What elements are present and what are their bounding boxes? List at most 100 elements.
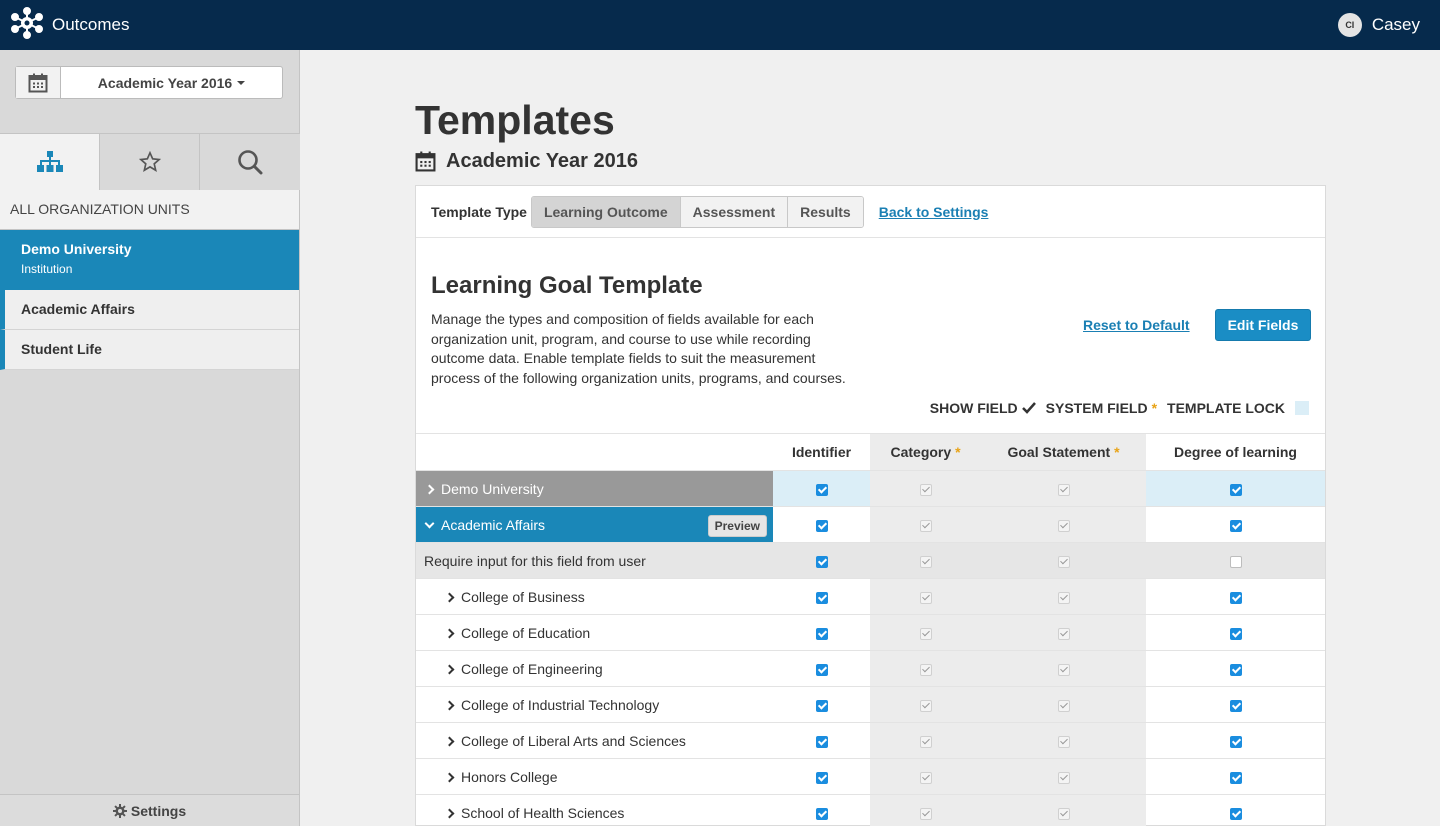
degree-checkbox[interactable]	[1229, 699, 1242, 712]
identifier-checkbox[interactable]	[815, 591, 828, 604]
tab-favorites[interactable]	[100, 133, 200, 190]
sidebar-item-label: Demo University	[21, 241, 132, 257]
calendar-icon	[28, 73, 48, 92]
year-dropdown[interactable]: Academic Year 2016	[61, 67, 282, 98]
category-checkbox	[919, 771, 932, 784]
identifier-required-checkbox[interactable]	[815, 555, 828, 568]
table-row-demo-university[interactable]: Demo University	[416, 470, 1325, 507]
row-label-text: School of Health Sciences	[461, 804, 625, 821]
org-units-header: ALL ORGANIZATION UNITS	[0, 190, 299, 230]
row-label[interactable]: Demo University	[416, 470, 773, 507]
tab-assessment[interactable]: Assessment	[680, 196, 789, 227]
row-label[interactable]: College of Industrial Technology	[416, 686, 773, 723]
row-label-text: Honors College	[461, 768, 558, 785]
table-row-school-of-health-sciences[interactable]: School of Health Sciences	[416, 794, 1325, 826]
template-card: Template Type Learning Outcome Assessmen…	[415, 185, 1326, 826]
column-header-degree-of-learning: Degree of learning	[1146, 433, 1325, 471]
goal-statement-checkbox	[1057, 699, 1070, 712]
page-title: Templates	[415, 97, 615, 143]
sidebar-item-student-life[interactable]: Student Life	[0, 330, 299, 370]
template-fields-table: Identifier Category * Goal Statement * D…	[416, 433, 1325, 826]
row-label[interactable]: Academic Affairs Preview	[416, 506, 773, 543]
category-checkbox	[919, 591, 932, 604]
row-label[interactable]: Honors College	[416, 758, 773, 795]
table-row-college-of-industrial-technology[interactable]: College of Industrial Technology	[416, 686, 1325, 723]
goal-statement-cell	[981, 722, 1146, 759]
identifier-checkbox[interactable]	[815, 627, 828, 640]
category-checkbox	[919, 627, 932, 640]
identifier-cell	[773, 758, 870, 795]
category-checkbox	[919, 735, 932, 748]
row-label-text: College of Business	[461, 588, 585, 605]
goal-statement-checkbox	[1057, 771, 1070, 784]
identifier-checkbox[interactable]	[815, 519, 828, 532]
tab-hierarchy[interactable]	[0, 133, 100, 190]
degree-checkbox[interactable]	[1229, 663, 1242, 676]
degree-checkbox[interactable]	[1229, 519, 1242, 532]
identifier-checkbox[interactable]	[815, 807, 828, 820]
row-label[interactable]: College of Business	[416, 578, 773, 615]
identifier-cell	[773, 542, 870, 579]
page-subtitle: Academic Year 2016	[415, 150, 638, 173]
identifier-checkbox[interactable]	[815, 483, 828, 496]
identifier-cell	[773, 722, 870, 759]
degree-checkbox[interactable]	[1229, 771, 1242, 784]
page-subtitle-text: Academic Year 2016	[446, 150, 639, 172]
degree-checkbox[interactable]	[1229, 627, 1242, 640]
row-label[interactable]: College of Liberal Arts and Sciences	[416, 722, 773, 759]
reset-to-default-link[interactable]: Reset to Default	[1083, 317, 1190, 333]
goal-statement-checkbox	[1057, 627, 1070, 640]
identifier-cell	[773, 794, 870, 826]
goal-statement-cell	[981, 794, 1146, 826]
year-picker[interactable]: Academic Year 2016	[15, 66, 283, 99]
row-label-text: College of Education	[461, 624, 591, 641]
category-checkbox	[919, 699, 932, 712]
table-row-college-of-engineering[interactable]: College of Engineering	[416, 650, 1325, 687]
sidebar-item-label: Academic Affairs	[21, 301, 135, 317]
settings-button[interactable]: Settings	[0, 794, 299, 826]
table-row-honors-college[interactable]: Honors College	[416, 758, 1325, 795]
user-menu[interactable]: CI Casey	[1337, 13, 1420, 37]
back-to-settings-link[interactable]: Back to Settings	[879, 204, 989, 220]
degree-required-checkbox[interactable]	[1229, 555, 1242, 568]
degree-checkbox[interactable]	[1229, 807, 1242, 820]
degree-cell	[1146, 470, 1325, 507]
table-row-academic-affairs[interactable]: Academic Affairs Preview	[416, 506, 1325, 543]
identifier-checkbox[interactable]	[815, 663, 828, 676]
tab-results[interactable]: Results	[788, 196, 863, 227]
calendar-button[interactable]	[16, 67, 61, 98]
category-cell	[870, 650, 981, 687]
degree-checkbox[interactable]	[1229, 483, 1242, 496]
identifier-checkbox[interactable]	[815, 699, 828, 712]
preview-button[interactable]: Preview	[707, 515, 767, 537]
degree-cell	[1146, 794, 1325, 826]
goal-statement-cell	[981, 578, 1146, 615]
sidebar-item-academic-affairs[interactable]: Academic Affairs	[0, 290, 299, 330]
template-type-switch: Learning Outcome Assessment Results	[530, 195, 864, 228]
table-row-college-of-liberal-arts-and-sciences[interactable]: College of Liberal Arts and Sciences	[416, 722, 1325, 759]
system-field-star: *	[1114, 444, 1120, 460]
tab-search[interactable]	[200, 133, 300, 190]
system-field-star: *	[1151, 400, 1158, 416]
sidebar-item-demo-university[interactable]: Demo University Institution	[0, 230, 299, 290]
column-header-org	[416, 433, 773, 471]
edit-fields-button[interactable]: Edit Fields	[1215, 309, 1311, 341]
identifier-cell	[773, 506, 870, 543]
column-label: Category	[890, 444, 952, 460]
row-label[interactable]: College of Engineering	[416, 650, 773, 687]
goal-statement-cell	[981, 686, 1146, 723]
brand[interactable]: Outcomes	[10, 6, 129, 41]
table-row-college-of-education[interactable]: College of Education	[416, 614, 1325, 651]
identifier-checkbox[interactable]	[815, 735, 828, 748]
identifier-checkbox[interactable]	[815, 771, 828, 784]
degree-checkbox[interactable]	[1229, 735, 1242, 748]
row-label[interactable]: School of Health Sciences	[416, 794, 773, 826]
settings-label: Settings	[130, 802, 187, 819]
degree-checkbox[interactable]	[1229, 591, 1242, 604]
tab-learning-outcome[interactable]: Learning Outcome	[531, 196, 681, 227]
table-row-college-of-business[interactable]: College of Business	[416, 578, 1325, 615]
sidebar: Academic Year 2016 ALL ORGANIZATION UNIT…	[0, 50, 300, 826]
degree-cell	[1146, 578, 1325, 615]
row-label[interactable]: College of Education	[416, 614, 773, 651]
category-checkbox	[919, 663, 932, 676]
